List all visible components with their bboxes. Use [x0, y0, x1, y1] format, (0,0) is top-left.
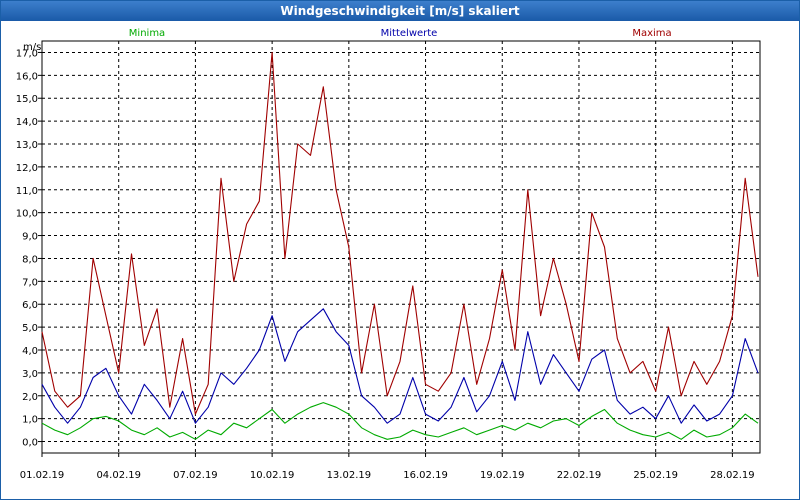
y-tick-label: 16,0 [16, 71, 38, 82]
x-tick-label: 25.02.19 [633, 470, 678, 481]
legend-minima: Minima [129, 28, 165, 39]
y-tick-label: 2,0 [22, 392, 38, 403]
x-tick-label: 13.02.19 [327, 470, 372, 481]
x-tick-label: 04.02.19 [96, 470, 141, 481]
chart-window: Windgeschwindigkeit [m/s] skaliert 0,0 1,… [0, 0, 800, 500]
y-tick-label: 9,0 [22, 232, 38, 243]
y-tick-label: 3,0 [22, 369, 38, 380]
x-tick-label: 01.02.19 [20, 470, 65, 481]
y-tick-label: 1,0 [22, 415, 38, 426]
x-axis: 01.02.19 04.02.19 07.02.19 10.02.19 13.02.19… [20, 453, 755, 481]
y-tick-label: 15,0 [16, 94, 38, 105]
y-tick-label: 11,0 [16, 186, 38, 197]
y-tick-label: 7,0 [22, 277, 38, 288]
x-tick-label: 07.02.19 [173, 470, 218, 481]
x-tick-label: 16.02.19 [403, 470, 448, 481]
x-tick-label: 19.02.19 [480, 470, 525, 481]
legend-mittelwerte: Mittelwerte [381, 28, 438, 39]
x-tick-label: 22.02.19 [557, 470, 602, 481]
y-tick-label: 12,0 [16, 163, 38, 174]
legend-maxima: Maxima [632, 28, 671, 39]
y-tick-label: 5,0 [22, 323, 38, 334]
y-tick-label: 14,0 [16, 117, 38, 128]
y-tick-label: 13,0 [16, 140, 38, 151]
y-tick-label: 8,0 [22, 254, 38, 265]
y-tick-label: 4,0 [22, 346, 38, 357]
x-tick-label: 10.02.19 [250, 470, 295, 481]
y-tick-label: 6,0 [22, 300, 38, 311]
wind-speed-chart: 0,0 1,0 2,0 3,0 4,0 5,0 6,0 7,0 8,0 9,0 10,0 11,0 12… [16, 28, 761, 481]
y-axis-unit-label: m/s [23, 42, 41, 53]
y-axis: 0,0 1,0 2,0 3,0 4,0 5,0 6,0 7,0 8,0 9,0 10,0 11,0 12… [16, 48, 42, 449]
y-tick-label: 10,0 [16, 209, 38, 220]
x-tick-label: 28.02.19 [710, 470, 755, 481]
y-tick-label: 0,0 [22, 438, 38, 449]
